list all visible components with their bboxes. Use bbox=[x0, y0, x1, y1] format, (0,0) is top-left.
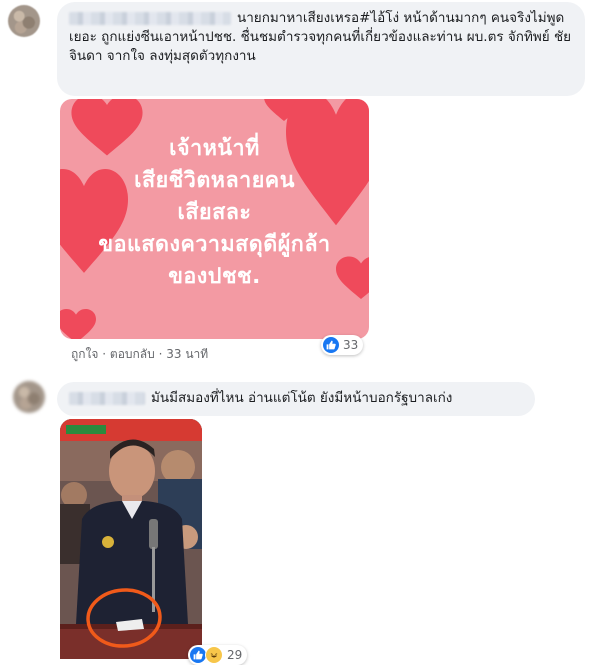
commenter-avatar[interactable] bbox=[13, 381, 45, 413]
image-caption-line: ของปชช. bbox=[168, 264, 261, 289]
comment-timestamp[interactable]: 33 นาที bbox=[166, 347, 208, 361]
commenter-avatar[interactable] bbox=[8, 5, 40, 37]
reaction-count: 29 bbox=[227, 648, 243, 662]
reaction-badge[interactable]: 33 bbox=[321, 335, 364, 355]
image-caption-line: เสียสละ bbox=[177, 200, 252, 225]
separator: · bbox=[102, 347, 107, 361]
separator: · bbox=[158, 347, 163, 361]
image-caption: เจ้าหน้าที่ เสียชีวิตหลายคน เสียสละ ขอแส… bbox=[60, 133, 369, 293]
image-caption-line: เจ้าหน้าที่ bbox=[169, 136, 260, 161]
haha-icon bbox=[205, 646, 223, 664]
comment-photo[interactable] bbox=[60, 419, 202, 659]
like-icon bbox=[190, 647, 206, 663]
comment-text: มันมีสมองที่ไหน อ่านแต่โน้ต ยังมีหน้าบอก… bbox=[151, 390, 453, 406]
reaction-badge[interactable]: 29 bbox=[188, 645, 248, 665]
commenter-name[interactable] bbox=[69, 11, 231, 25]
comment-image[interactable]: เจ้าหน้าที่ เสียชีวิตหลายคน เสียสละ ขอแส… bbox=[60, 99, 369, 339]
heart-decoration-icon bbox=[60, 309, 96, 339]
photo-scene bbox=[60, 419, 202, 659]
comment-bubble: มันมีสมองที่ไหน อ่านแต่โน้ต ยังมีหน้าบอก… bbox=[57, 382, 535, 416]
reaction-count: 33 bbox=[343, 338, 359, 352]
reply-link[interactable]: ตอบกลับ bbox=[110, 347, 155, 361]
like-icon bbox=[323, 337, 339, 353]
comment-bubble: นายกมาหาเสียงเหรอ#ไอ้โง่ หน้าด้านมากๆ คน… bbox=[57, 2, 585, 96]
image-caption-line: ขอแสดงความสดุดีผู้กล้า bbox=[98, 232, 331, 257]
image-caption-line: เสียชีวิตหลายคน bbox=[134, 168, 295, 193]
commenter-name[interactable] bbox=[69, 391, 145, 405]
comment-actions: ถูกใจ · ตอบกลับ · 33 นาที bbox=[71, 346, 208, 362]
like-link[interactable]: ถูกใจ bbox=[71, 347, 98, 361]
